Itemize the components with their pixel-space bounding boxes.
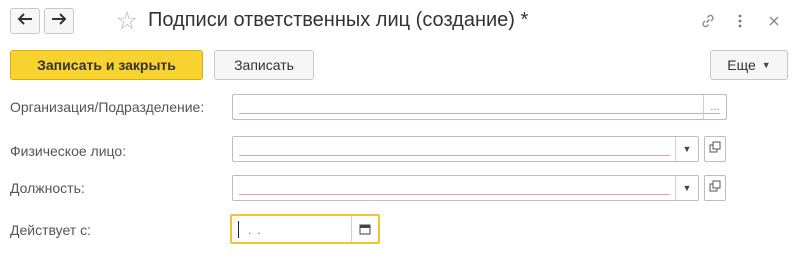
close-icon[interactable] <box>763 10 785 32</box>
required-underline <box>239 155 670 156</box>
chevron-down-icon[interactable]: ▼ <box>675 137 698 161</box>
individual-field[interactable]: ▼ <box>232 136 699 162</box>
text-cursor <box>238 221 239 238</box>
save-button[interactable]: Записать <box>214 50 314 80</box>
valid-from-date-input[interactable]: . . <box>230 214 380 244</box>
chevron-down-icon: ▼ <box>761 60 771 70</box>
link-icon[interactable] <box>697 10 719 32</box>
position-label: Должность: <box>10 180 85 196</box>
individual-label: Физическое лицо: <box>10 143 127 159</box>
open-window-icon <box>709 140 721 158</box>
star-icon[interactable]: ☆ <box>114 8 140 34</box>
forward-button[interactable] <box>44 8 74 34</box>
date-mask: . . <box>248 222 262 237</box>
arrow-left-icon <box>17 12 33 31</box>
position-field[interactable]: ▼ <box>232 175 699 201</box>
valid-from-label: Действует с: <box>10 222 91 238</box>
arrow-right-icon <box>51 12 67 31</box>
calendar-icon[interactable] <box>351 216 378 242</box>
required-underline <box>239 194 670 195</box>
chevron-down-icon[interactable]: ▼ <box>675 176 698 200</box>
more-button[interactable]: Еще ▼ <box>710 50 788 80</box>
page-title: Подписи ответственных лиц (создание) * <box>148 9 529 31</box>
required-underline <box>239 113 720 114</box>
organization-label: Организация/Подразделение: <box>10 99 205 115</box>
more-vertical-icon[interactable] <box>729 10 751 32</box>
more-label: Еще <box>727 57 756 73</box>
open-window-icon <box>709 179 721 197</box>
open-position-button[interactable] <box>704 175 726 201</box>
select-button[interactable]: ... <box>703 95 726 119</box>
back-button[interactable] <box>10 8 40 34</box>
organization-field[interactable]: ... <box>232 94 727 120</box>
open-individual-button[interactable] <box>704 136 726 162</box>
save-and-close-button[interactable]: Записать и закрыть <box>10 50 203 80</box>
